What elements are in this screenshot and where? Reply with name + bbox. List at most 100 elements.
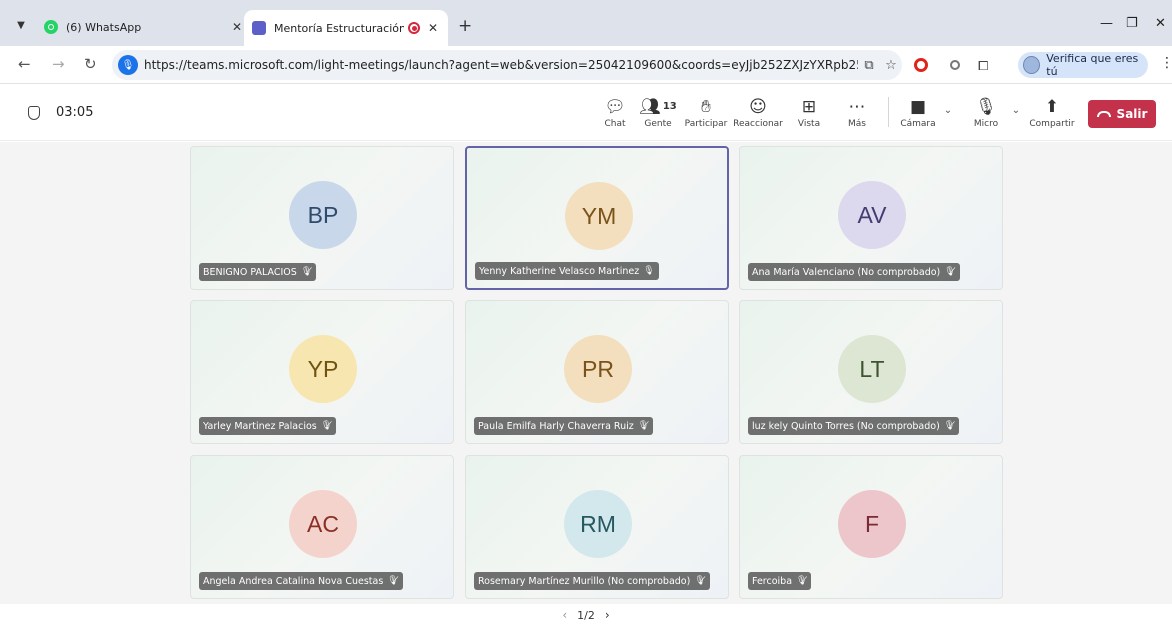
- participant-name: Yenny Katherine Velasco Martinez: [479, 265, 640, 277]
- participant-name-label: Ana María Valenciano (No comprobado) 🎙︎̸: [748, 263, 960, 281]
- participant-name-label: Yarley Martinez Palacios 🎙︎̸: [199, 417, 337, 435]
- browser-tab-strip: ▼ (6) WhatsApp ✕ Mentoría Estructuración…: [0, 0, 1172, 46]
- translate-icon[interactable]: ⧉: [858, 58, 880, 73]
- meeting-toolbar: 03:05 💬︎ Chat 👥︎ 13 Gente ✋︎ Participar ☺…: [0, 85, 1172, 141]
- gallery-pagination: ‹ 1/2 ›: [0, 604, 1172, 626]
- participant-name: Angela Andrea Catalina Nova Cuestas: [203, 575, 384, 587]
- participant-avatar: YP: [289, 335, 357, 403]
- more-label: Más: [848, 119, 866, 129]
- close-window-icon[interactable]: ✕: [1155, 16, 1166, 31]
- hang-up-icon: [1096, 111, 1111, 117]
- browser-tab-whatsapp[interactable]: (6) WhatsApp ✕: [44, 16, 244, 38]
- meeting-stage: BP BENIGNO PALACIOS 🎙︎̸ YM Yenny Katherine V…: [0, 142, 1172, 604]
- participant-tile[interactable]: YP Yarley Martinez Palacios 🎙︎̸: [190, 300, 454, 444]
- restore-icon[interactable]: ❐: [1126, 16, 1138, 31]
- raise-hand-button[interactable]: ✋︎ Participar: [682, 97, 730, 129]
- participant-name: Fercoiba: [752, 575, 793, 587]
- people-button[interactable]: 👥︎ 13 Gente: [634, 97, 682, 129]
- chevron-down-icon: ⌄: [943, 105, 953, 116]
- mic-off-icon: 🎙︎: [975, 97, 997, 117]
- extensions-puzzle-icon[interactable]: ⧠: [978, 59, 988, 74]
- hand-icon: ✋︎: [701, 97, 711, 117]
- record-extension-icon[interactable]: [950, 60, 960, 70]
- react-label: Reaccionar: [733, 119, 783, 129]
- participant-avatar: BP: [289, 181, 357, 249]
- participant-tile[interactable]: PR Paula Emilfa Harly Chaverra Ruiz 🎙︎̸: [465, 300, 729, 444]
- next-page-icon[interactable]: ›: [605, 608, 610, 622]
- share-button[interactable]: ⬆ Compartir: [1028, 97, 1076, 129]
- opera-extension-icon[interactable]: [914, 58, 928, 72]
- people-count: 13: [662, 101, 677, 112]
- teams-icon: [252, 21, 266, 35]
- smiley-icon: ☺: [749, 97, 767, 117]
- participant-tile[interactable]: YM Yenny Katherine Velasco Martinez 🎙︎: [465, 146, 729, 290]
- mic-muted-icon: 🎙︎̸: [943, 421, 956, 431]
- participant-name-label: luz kely Quinto Torres (No comprobado) 🎙︎…: [748, 417, 960, 435]
- participant-name-label: Yenny Katherine Velasco Martinez 🎙︎: [475, 262, 659, 280]
- chevron-down-icon: ⌄: [1011, 105, 1021, 116]
- page-indicator: 1/2: [577, 608, 595, 622]
- camera-label: Cámara: [900, 119, 936, 129]
- view-button[interactable]: ⊞ Vista: [785, 97, 833, 129]
- grid-view-icon: ⊞: [801, 97, 817, 117]
- tab-title: (6) WhatsApp: [66, 20, 142, 34]
- reload-icon[interactable]: ↻: [84, 55, 97, 73]
- mic-muted-icon: 🎙︎̸: [320, 421, 333, 431]
- participant-name: Rosemary Martínez Murillo (No comprobado…: [478, 575, 691, 587]
- mic-muted-icon: 🎙︎̸: [944, 267, 956, 277]
- participant-tile[interactable]: AC Angela Andrea Catalina Nova Cuestas 🎙︎̸: [190, 455, 454, 599]
- participant-name: Ana María Valenciano (No comprobado): [752, 266, 941, 278]
- participant-tile[interactable]: RM Rosemary Martínez Murillo (No comproba…: [465, 455, 729, 599]
- browser-toolbar: ← → ↻ 🎙 https://teams.microsoft.com/ligh…: [0, 46, 1172, 84]
- react-button[interactable]: ☺ Reaccionar: [733, 97, 783, 129]
- participant-name-label: BENIGNO PALACIOS 🎙︎̸: [199, 263, 317, 281]
- mic-label: Micro: [973, 119, 999, 129]
- new-tab-button[interactable]: +: [458, 16, 472, 36]
- close-tab-icon[interactable]: ✕: [426, 21, 440, 35]
- participant-name: BENIGNO PALACIOS: [203, 266, 297, 278]
- back-icon[interactable]: ←: [18, 55, 31, 73]
- minimize-icon[interactable]: —: [1100, 16, 1113, 31]
- participant-avatar: PR: [564, 335, 632, 403]
- browser-menu-icon[interactable]: ⋮: [1160, 55, 1172, 71]
- previous-page-icon[interactable]: ‹: [562, 608, 567, 622]
- browser-tab-teams[interactable]: Mentoría Estructuración de ✕: [244, 10, 448, 46]
- close-tab-icon[interactable]: ✕: [230, 20, 244, 34]
- people-icon: 👥︎ 13: [639, 97, 677, 117]
- meeting-info-shield-icon[interactable]: [28, 106, 40, 120]
- view-label: Vista: [797, 119, 821, 129]
- participant-tile[interactable]: LT luz kely Quinto Torres (No comprobado)…: [739, 300, 1003, 444]
- more-dots-icon: ⋯: [848, 97, 866, 117]
- participant-tile[interactable]: AV Ana María Valenciano (No comprobado) 🎙︎…: [739, 146, 1003, 290]
- camera-off-icon: ■: [909, 97, 927, 117]
- url-text[interactable]: https://teams.microsoft.com/light-meetin…: [144, 58, 858, 72]
- meeting-timer: 03:05: [56, 105, 94, 120]
- camera-button[interactable]: ■ Cámara: [894, 97, 942, 129]
- bookmark-star-icon[interactable]: ☆: [880, 58, 902, 73]
- leave-button[interactable]: Salir: [1088, 100, 1156, 128]
- share-screen-icon: ⬆: [1044, 97, 1060, 117]
- profile-button[interactable]: Verifica que eres tú: [1018, 52, 1148, 78]
- participant-name: Paula Emilfa Harly Chaverra Ruiz: [478, 420, 634, 432]
- participant-avatar: LT: [838, 335, 906, 403]
- mic-muted-icon: 🎙︎̸: [796, 576, 808, 586]
- profile-label: Verifica que eres tú: [1046, 52, 1139, 78]
- tab-search-chevron-icon[interactable]: ▼: [10, 14, 32, 36]
- address-bar[interactable]: 🎙 https://teams.microsoft.com/light-meet…: [112, 50, 902, 80]
- chat-icon: 💬︎: [604, 97, 626, 117]
- people-label: Gente: [644, 119, 672, 129]
- more-button[interactable]: ⋯ Más: [833, 97, 881, 129]
- participant-avatar: YM: [565, 182, 633, 250]
- site-mic-permission-icon[interactable]: 🎙: [118, 55, 138, 75]
- participant-avatar: AV: [838, 181, 906, 249]
- mic-button[interactable]: 🎙︎ Micro: [962, 97, 1010, 129]
- participant-name-label: Angela Andrea Catalina Nova Cuestas 🎙︎̸: [199, 572, 403, 590]
- forward-icon[interactable]: →: [52, 55, 65, 73]
- participant-avatar: RM: [564, 490, 632, 558]
- participant-tile[interactable]: BP BENIGNO PALACIOS 🎙︎̸: [190, 146, 454, 290]
- participant-name: Yarley Martinez Palacios: [203, 420, 317, 432]
- chat-button[interactable]: 💬︎ Chat: [591, 97, 639, 129]
- share-label: Compartir: [1029, 119, 1075, 129]
- tab-title: Mentoría Estructuración de: [274, 21, 404, 35]
- participant-tile[interactable]: F Fercoiba 🎙︎̸: [739, 455, 1003, 599]
